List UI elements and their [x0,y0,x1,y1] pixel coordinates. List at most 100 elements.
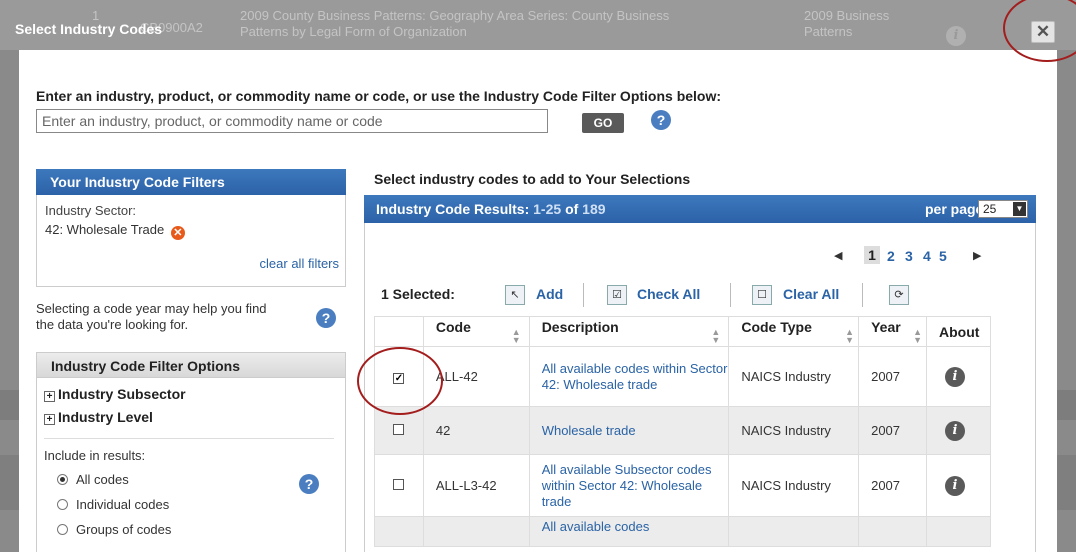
sector-value: 42: Wholesale Trade ✕ [45,222,185,240]
about-cell[interactable] [926,516,991,547]
chevron-down-icon: ▼ [1013,202,1026,216]
code-type-cell: NAICS Industry [728,406,860,455]
column-header-code[interactable]: Code ▲ ▼ [422,316,530,347]
description-cell[interactable]: All available codes [528,516,730,547]
industry-subsector-expander[interactable]: + Industry Subsector [44,386,186,402]
background-program: 2009 Business Patterns [804,8,889,40]
description-link[interactable]: All available Subsector codes within Sec… [542,462,712,509]
description-link[interactable]: All available codes within Sector 42: Wh… [542,361,728,392]
about-cell[interactable]: i [926,406,991,455]
check-all-icon[interactable]: ☑ [607,285,627,305]
sector-label: Industry Sector: [45,203,137,218]
include-help-icon[interactable]: ? [299,474,319,494]
background-program-line2: Patterns [804,24,853,39]
expander-label: Industry Subsector [58,386,186,402]
selected-count: 1 Selected: [381,286,455,302]
annotation-circle-checkbox [357,347,443,415]
clear-all-icon[interactable]: ☐ [752,285,772,305]
divider [44,438,334,439]
industry-code-results-table: Code ▲ ▼ Description ▲ ▼ Code Type ▲ ▼ Year ▲ ▼ … [374,316,991,547]
column-header-label: Code [435,319,471,335]
radio-all-codes[interactable]: All codes [57,472,129,487]
year-help-text: Selecting a code year may help you find … [36,301,267,332]
toolbar-separator [862,283,863,307]
description-cell[interactable]: All available codes within Sector 42: Wh… [528,346,730,407]
year-cell [858,516,927,547]
results-of-label: of [565,201,579,217]
go-button[interactable]: GO [582,113,624,133]
about-cell[interactable]: i [926,454,991,517]
page-5-link[interactable]: 5 [939,248,947,264]
row-checkbox[interactable] [393,478,405,490]
results-header: Industry Code Results: 1-25 of 189 per p… [364,195,1036,223]
column-header-description[interactable]: Description ▲ ▼ [528,316,730,347]
code-type-cell: NAICS Industry [728,346,860,407]
radio-individual-codes[interactable]: Individual codes [57,497,169,512]
description-cell[interactable]: Wholesale trade [528,406,730,455]
description-link[interactable]: All available codes [542,519,650,534]
year-help-icon[interactable]: ? [316,308,336,328]
table-row[interactable]: All available codes [374,516,991,547]
radio-groups-of-codes[interactable]: Groups of codes [57,522,171,537]
column-header-label: Year [871,319,901,335]
row-checkbox[interactable] [393,423,405,435]
info-icon[interactable]: i [945,366,965,387]
radio-button[interactable] [57,499,68,510]
add-button[interactable]: Add [536,286,563,308]
background-program-line1: 2009 Business [804,8,890,23]
page-4-link[interactable]: 4 [923,248,931,264]
clear-all-button[interactable]: Clear All [783,286,839,308]
background-dataset-title-line2: Patterns by Legal Form of Organization [240,24,467,39]
include-in-results-label: Include in results: [44,448,146,463]
column-header-label: Description [541,319,619,335]
next-page-arrow-icon[interactable]: ▶ [973,249,981,262]
search-prompt: Enter an industry, product, or commodity… [36,88,722,104]
table-row[interactable]: ALL-L3-42 All available Subsector codes … [374,454,991,517]
industry-level-expander[interactable]: + Industry Level [44,409,153,425]
code-type-cell: NAICS Industry [728,454,860,517]
clear-all-filters-link[interactable]: clear all filters [260,256,339,271]
background-dataset-title-line1: 2009 County Business Patterns: Geography… [240,8,670,23]
filters-panel: Industry Sector: 42: Wholesale Trade ✕ c… [36,195,346,287]
background-info-icon: i [946,26,966,46]
about-cell[interactable]: i [926,346,991,407]
description-cell[interactable]: All available Subsector codes within Sec… [528,454,730,517]
results-range: 1-25 [533,201,562,217]
remove-filter-icon[interactable]: ✕ [170,226,185,240]
industry-search-input[interactable] [36,109,548,133]
results-total: 189 [582,201,606,217]
column-header-code-type[interactable]: Code Type ▲ ▼ [728,316,860,347]
add-cursor-icon[interactable]: ↖ [505,285,525,305]
sort-icon[interactable]: ▲ ▼ [913,328,922,345]
search-help-icon[interactable]: ? [651,110,671,130]
table-row[interactable]: 42 Wholesale trade NAICS Industry 2007 i [374,406,991,455]
results-instruction: Select industry codes to add to Your Sel… [374,171,691,187]
radio-button[interactable] [57,474,68,485]
year-cell: 2007 [858,406,927,455]
description-link[interactable]: Wholesale trade [542,423,636,438]
radio-button[interactable] [57,524,68,535]
table-row[interactable]: ✓ ALL-42 All available codes within Sect… [374,346,991,407]
page-3-link[interactable]: 3 [905,248,913,264]
code-cell: 42 [422,406,530,455]
row-checkbox-cell[interactable] [374,516,424,547]
check-all-button[interactable]: Check All [637,286,700,308]
modal-title: Select Industry Codes [15,21,163,37]
row-checkbox-cell[interactable] [374,454,424,517]
page-2-link[interactable]: 2 [887,248,895,264]
refresh-icon[interactable]: ⟳ [889,285,909,305]
sort-icon[interactable]: ▲ ▼ [845,328,854,345]
filters-panel-title: Your Industry Code Filters [36,169,346,195]
sort-icon[interactable]: ▲ ▼ [711,328,720,345]
code-type-cell [728,516,860,547]
sort-icon[interactable]: ▲ ▼ [512,328,521,345]
per-page-value: 25 [983,202,997,216]
info-icon[interactable]: i [945,475,965,496]
info-icon[interactable]: i [945,420,965,441]
per-page-select[interactable]: 25 ▼ [978,200,1028,218]
table-header-row: Code ▲ ▼ Description ▲ ▼ Code Type ▲ ▼ Year ▲ ▼ … [374,316,991,347]
column-header-year[interactable]: Year ▲ ▼ [858,316,927,347]
previous-page-arrow-icon[interactable]: ◀ [834,249,842,262]
sector-value-text: 42: Wholesale Trade [45,222,165,237]
column-header-select [374,316,424,347]
